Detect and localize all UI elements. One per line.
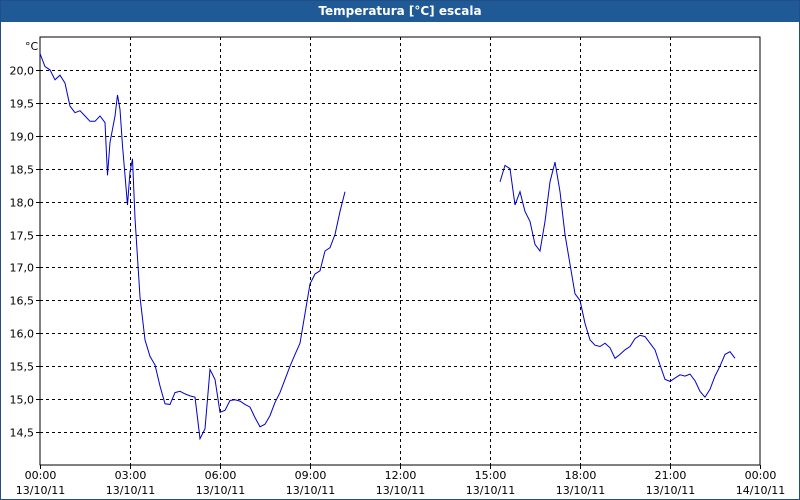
x-tick-date-label: 13/10/11 — [196, 484, 245, 497]
x-tick-time-label: 15:00 — [475, 469, 507, 482]
x-tick-time-label: 12:00 — [385, 469, 417, 482]
x-tick-time-label: 00:00 — [25, 469, 57, 482]
x-tick-date-label: 13/10/11 — [646, 484, 695, 497]
y-tick-label: 17,0 — [10, 262, 35, 275]
y-tick-label: 15,0 — [10, 394, 35, 407]
x-tick-time-label: 21:00 — [655, 469, 687, 482]
x-tick-date-label: 13/10/11 — [376, 484, 425, 497]
y-tick-label: 18,5 — [10, 164, 35, 177]
x-tick-date-label: 13/10/11 — [106, 484, 155, 497]
y-tick-label: 15,5 — [10, 361, 35, 374]
x-tick-time-label: 18:00 — [565, 469, 597, 482]
x-tick-date-label: 14/10/11 — [736, 484, 785, 497]
x-tick-time-label: 00:00 — [745, 469, 777, 482]
temperature-chart: 14,5 15,0 15,5 16,0 16,5 17,0 17,5 18,0 18,5 19,0… — [10, 36, 785, 497]
x-tick-date-label: 13/10/11 — [466, 484, 515, 497]
y-tick-label: 14,5 — [10, 427, 35, 440]
x-tick-time-label: 06:00 — [205, 469, 237, 482]
x-tick-date-label: 13/10/11 — [556, 484, 605, 497]
y-tick-label: 19,5 — [10, 98, 35, 111]
x-tick-date-label: 13/10/11 — [16, 484, 65, 497]
y-tick-label: 20,0 — [10, 65, 35, 78]
y-tick-label: 16,5 — [10, 295, 35, 308]
x-tick-date-label: 13/10/11 — [286, 484, 335, 497]
y-tick-label: 16,0 — [10, 328, 35, 341]
y-axis-unit-label: °C — [25, 40, 39, 53]
x-tick-time-label: 09:00 — [295, 469, 327, 482]
y-tick-label: 18,0 — [10, 197, 35, 210]
y-tick-label: 19,0 — [10, 131, 35, 144]
x-tick-time-label: 03:00 — [115, 469, 147, 482]
plot-area — [39, 36, 761, 466]
y-tick-label: 17,5 — [10, 230, 35, 243]
